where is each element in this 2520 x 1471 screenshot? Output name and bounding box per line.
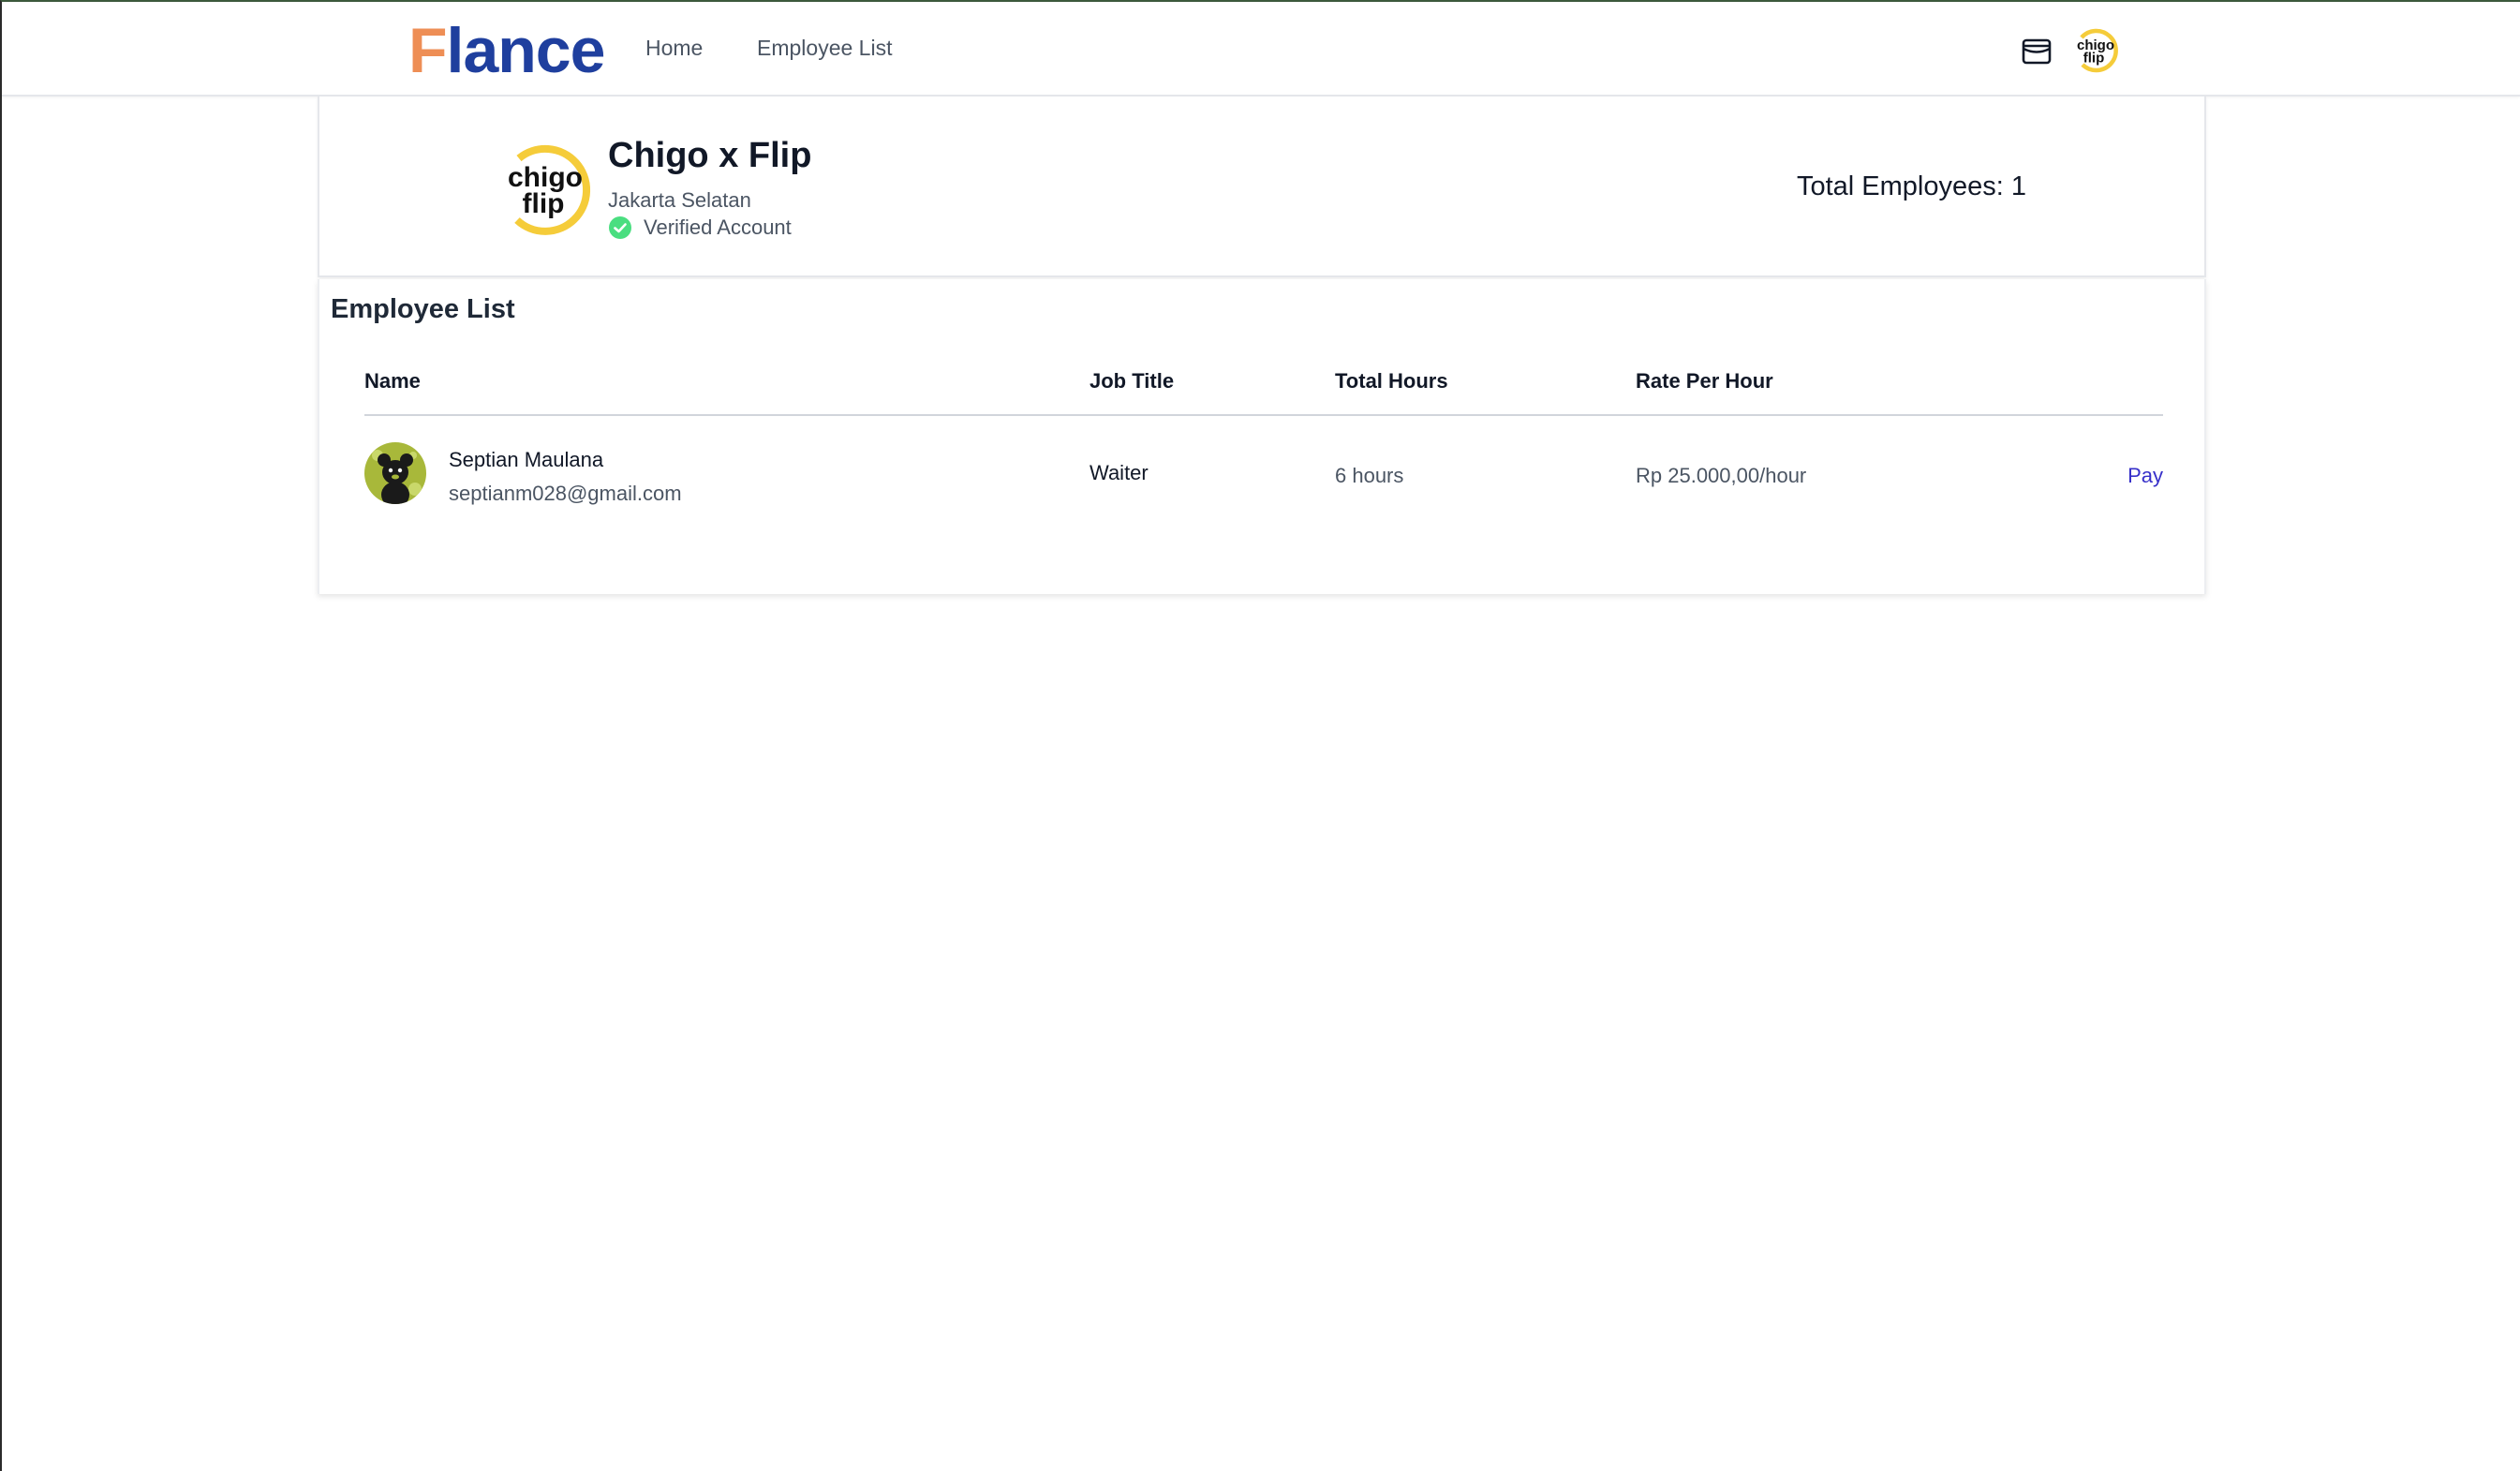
- column-header-name[interactable]: Name: [364, 369, 421, 394]
- employee-name: Septian Maulana: [449, 448, 604, 471]
- employee-job-title: Waiter: [1090, 461, 1149, 484]
- employee-list-card: Employee List Name Job Title Total Hours…: [318, 279, 2206, 594]
- check-circle-icon: [608, 215, 632, 240]
- employee-total-hours: 6 hours: [1335, 464, 1404, 487]
- brand-logo-rest: lance: [446, 15, 606, 86]
- nav-link-employee-list[interactable]: Employee List: [757, 36, 892, 61]
- employee-table: Name Job Title Total Hours Rate Per Hour: [364, 369, 2163, 528]
- wallet-icon[interactable]: [2022, 36, 2052, 66]
- top-navbar: Flance Home Employee List chigo flip: [2, 2, 2520, 97]
- employee-email: septianm028@gmail.com: [449, 482, 682, 505]
- employee-avatar: [364, 442, 426, 504]
- company-location: Jakarta Selatan: [608, 188, 751, 212]
- company-name: Chigo x Flip: [608, 136, 812, 175]
- svg-text:flip: flip: [2083, 51, 2105, 67]
- employee-rate: Rp 25.000,00/hour: [1636, 464, 1807, 487]
- company-logo: chigo flip: [498, 141, 592, 235]
- table-row: Septian Maulana septianm028@gmail.com Wa…: [364, 416, 2163, 528]
- total-employees-count: Total Employees: 1: [1796, 171, 2026, 201]
- section-title: Employee List: [331, 294, 515, 324]
- column-header-total-hours[interactable]: Total Hours: [1335, 369, 1448, 394]
- nav-link-home[interactable]: Home: [645, 36, 703, 61]
- column-header-job-title[interactable]: Job Title: [1090, 369, 1174, 394]
- svg-text:flip: flip: [523, 188, 565, 219]
- company-avatar-icon[interactable]: chigo flip: [2072, 27, 2119, 74]
- table-header: Name Job Title Total Hours Rate Per Hour: [364, 369, 2163, 416]
- company-profile-card: chigo flip Chigo x Flip Jakarta Selatan …: [318, 97, 2206, 277]
- column-header-rate-per-hour[interactable]: Rate Per Hour: [1636, 369, 1773, 394]
- verified-label: Verified Account: [644, 215, 792, 239]
- brand-logo[interactable]: Flance: [408, 13, 606, 88]
- verified-badge: Verified Account: [608, 215, 792, 240]
- pay-button[interactable]: Pay: [2127, 464, 2163, 488]
- brand-logo-first-letter: F: [408, 15, 448, 86]
